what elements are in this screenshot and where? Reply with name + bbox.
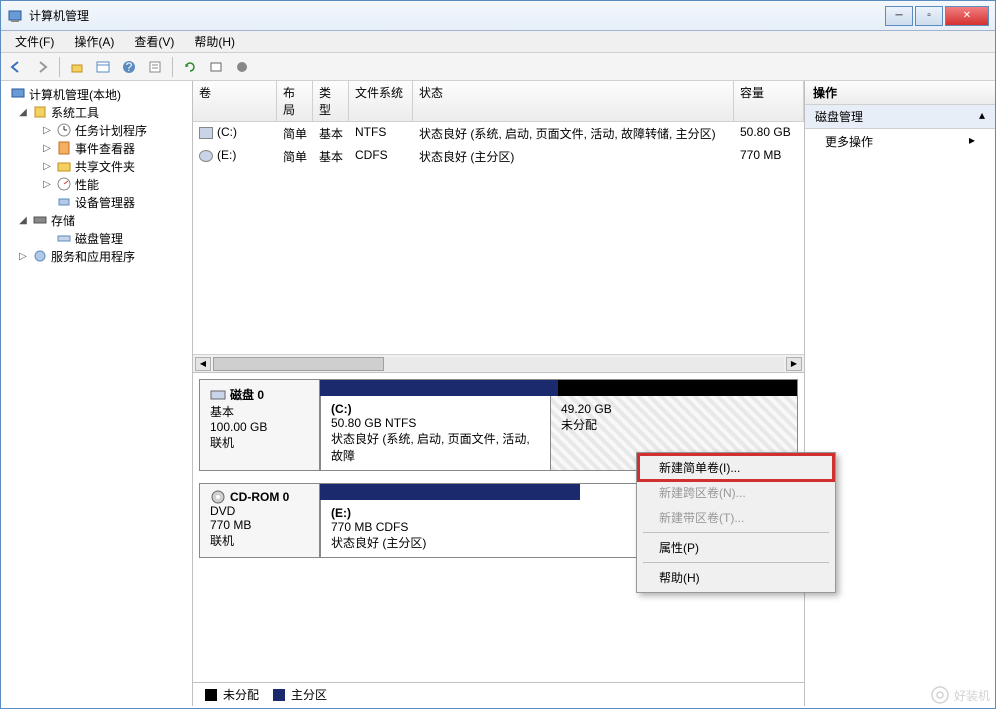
menu-help[interactable]: 帮助(H) xyxy=(184,33,245,50)
window-title: 计算机管理 xyxy=(29,7,885,24)
partition-c[interactable]: (C:) 50.80 GB NTFS 状态良好 (系统, 启动, 页面文件, 活… xyxy=(320,396,550,470)
tree-perf[interactable]: ▷ 性能 xyxy=(3,175,190,193)
actions-diskmgmt[interactable]: 磁盘管理 ▴ xyxy=(805,105,995,129)
maximize-button[interactable]: ▫ xyxy=(915,6,943,26)
horizontal-scrollbar[interactable]: ◀ ▶ xyxy=(193,354,804,372)
help-button[interactable]: ? xyxy=(118,56,140,78)
collapse-icon[interactable]: ◢ xyxy=(17,107,29,118)
tree-devmgr[interactable]: ▷ 设备管理器 xyxy=(3,193,190,211)
volume-row[interactable]: (E:) 简单 基本 CDFS 状态良好 (主分区) 770 MB xyxy=(193,145,804,168)
menu-file[interactable]: 文件(F) xyxy=(5,33,64,50)
col-fs[interactable]: 文件系统 xyxy=(349,81,413,121)
disk-icon xyxy=(210,388,226,402)
app-icon xyxy=(7,8,23,24)
scroll-left-icon[interactable]: ◀ xyxy=(195,357,211,371)
menu-properties[interactable]: 属性(P) xyxy=(639,535,833,560)
col-status[interactable]: 状态 xyxy=(413,81,734,121)
scroll-right-icon[interactable]: ▶ xyxy=(786,357,802,371)
perf-icon xyxy=(56,176,72,192)
view-button[interactable] xyxy=(92,56,114,78)
forward-button[interactable] xyxy=(31,56,53,78)
col-capacity[interactable]: 容量 xyxy=(734,81,804,121)
cd-icon xyxy=(199,150,213,162)
submenu-arrow-icon: ▸ xyxy=(969,133,975,150)
disk-icon xyxy=(56,230,72,246)
minimize-button[interactable]: ─ xyxy=(885,6,913,26)
folder-icon xyxy=(56,158,72,174)
volume-row[interactable]: (C:) 简单 基本 NTFS 状态良好 (系统, 启动, 页面文件, 活动, … xyxy=(193,122,804,145)
legend-swatch-unalloc xyxy=(205,689,217,701)
drive-icon xyxy=(199,127,213,139)
menu-action[interactable]: 操作(A) xyxy=(64,33,124,50)
context-menu: 新建简单卷(I)... 新建跨区卷(N)... 新建带区卷(T)... 属性(P… xyxy=(636,452,836,593)
tree-root[interactable]: 计算机管理(本地) xyxy=(3,85,190,103)
settings-button[interactable] xyxy=(231,56,253,78)
menu-new-spanned-volume: 新建跨区卷(N)... xyxy=(639,480,833,505)
partition-e[interactable]: (E:) 770 MB CDFS 状态良好 (主分区) xyxy=(320,500,572,557)
menu-view[interactable]: 查看(V) xyxy=(124,33,184,50)
tree-scheduler[interactable]: ▷ 任务计划程序 xyxy=(3,121,190,139)
menu-help[interactable]: 帮助(H) xyxy=(639,565,833,590)
volume-list: 卷 布局 类型 文件系统 状态 容量 (C:) 简单 基本 NTFS 状态良好 … xyxy=(193,81,804,373)
expand-icon[interactable]: ▷ xyxy=(41,161,53,172)
refresh-button[interactable] xyxy=(179,56,201,78)
event-icon xyxy=(56,140,72,156)
toolbar: ? xyxy=(1,53,995,81)
window-frame: 计算机管理 ─ ▫ ✕ 文件(F) 操作(A) 查看(V) 帮助(H) ? 计算… xyxy=(0,0,996,709)
nav-tree[interactable]: 计算机管理(本地) ◢ 系统工具 ▷ 任务计划程序 ▷ 事件查看器 ▷ 共享文件… xyxy=(1,81,193,706)
legend: 未分配 主分区 xyxy=(193,682,804,706)
clock-icon xyxy=(56,122,72,138)
list-button[interactable] xyxy=(205,56,227,78)
tree-diskmgmt[interactable]: ▷ 磁盘管理 xyxy=(3,229,190,247)
collapse-icon[interactable]: ◢ xyxy=(17,215,29,226)
expand-icon[interactable]: ▷ xyxy=(41,143,53,154)
col-volume[interactable]: 卷 xyxy=(193,81,277,121)
expand-icon[interactable]: ▷ xyxy=(41,179,53,190)
up-button[interactable] xyxy=(66,56,88,78)
scroll-thumb[interactable] xyxy=(213,357,384,371)
titlebar[interactable]: 计算机管理 ─ ▫ ✕ xyxy=(1,1,995,31)
tools-icon xyxy=(32,104,48,120)
col-layout[interactable]: 布局 xyxy=(277,81,313,121)
services-icon xyxy=(32,248,48,264)
tree-storage[interactable]: ◢ 存储 xyxy=(3,211,190,229)
close-button[interactable]: ✕ xyxy=(945,6,989,26)
tree-shared[interactable]: ▷ 共享文件夹 xyxy=(3,157,190,175)
device-icon xyxy=(56,194,72,210)
actions-header: 操作 xyxy=(805,81,995,105)
menu-new-striped-volume: 新建带区卷(T)... xyxy=(639,505,833,530)
actions-pane: 操作 磁盘管理 ▴ 更多操作 ▸ xyxy=(805,81,995,706)
expand-icon[interactable]: ▷ xyxy=(41,125,53,136)
tree-services[interactable]: ▷ 服务和应用程序 xyxy=(3,247,190,265)
actions-more[interactable]: 更多操作 ▸ xyxy=(805,129,995,154)
back-button[interactable] xyxy=(5,56,27,78)
cdrom-icon xyxy=(210,490,226,504)
expand-icon[interactable]: ▷ xyxy=(17,251,29,262)
col-type[interactable]: 类型 xyxy=(313,81,349,121)
collapse-arrow-icon: ▴ xyxy=(979,108,985,125)
tree-systools[interactable]: ◢ 系统工具 xyxy=(3,103,190,121)
tree-eventviewer[interactable]: ▷ 事件查看器 xyxy=(3,139,190,157)
menubar: 文件(F) 操作(A) 查看(V) 帮助(H) xyxy=(1,31,995,53)
storage-icon xyxy=(32,212,48,228)
svg-text:?: ? xyxy=(126,60,133,74)
menu-new-simple-volume[interactable]: 新建简单卷(I)... xyxy=(639,455,833,480)
computer-icon xyxy=(10,86,26,102)
props-button[interactable] xyxy=(144,56,166,78)
watermark: 好装机 xyxy=(930,685,990,705)
legend-swatch-primary xyxy=(273,689,285,701)
